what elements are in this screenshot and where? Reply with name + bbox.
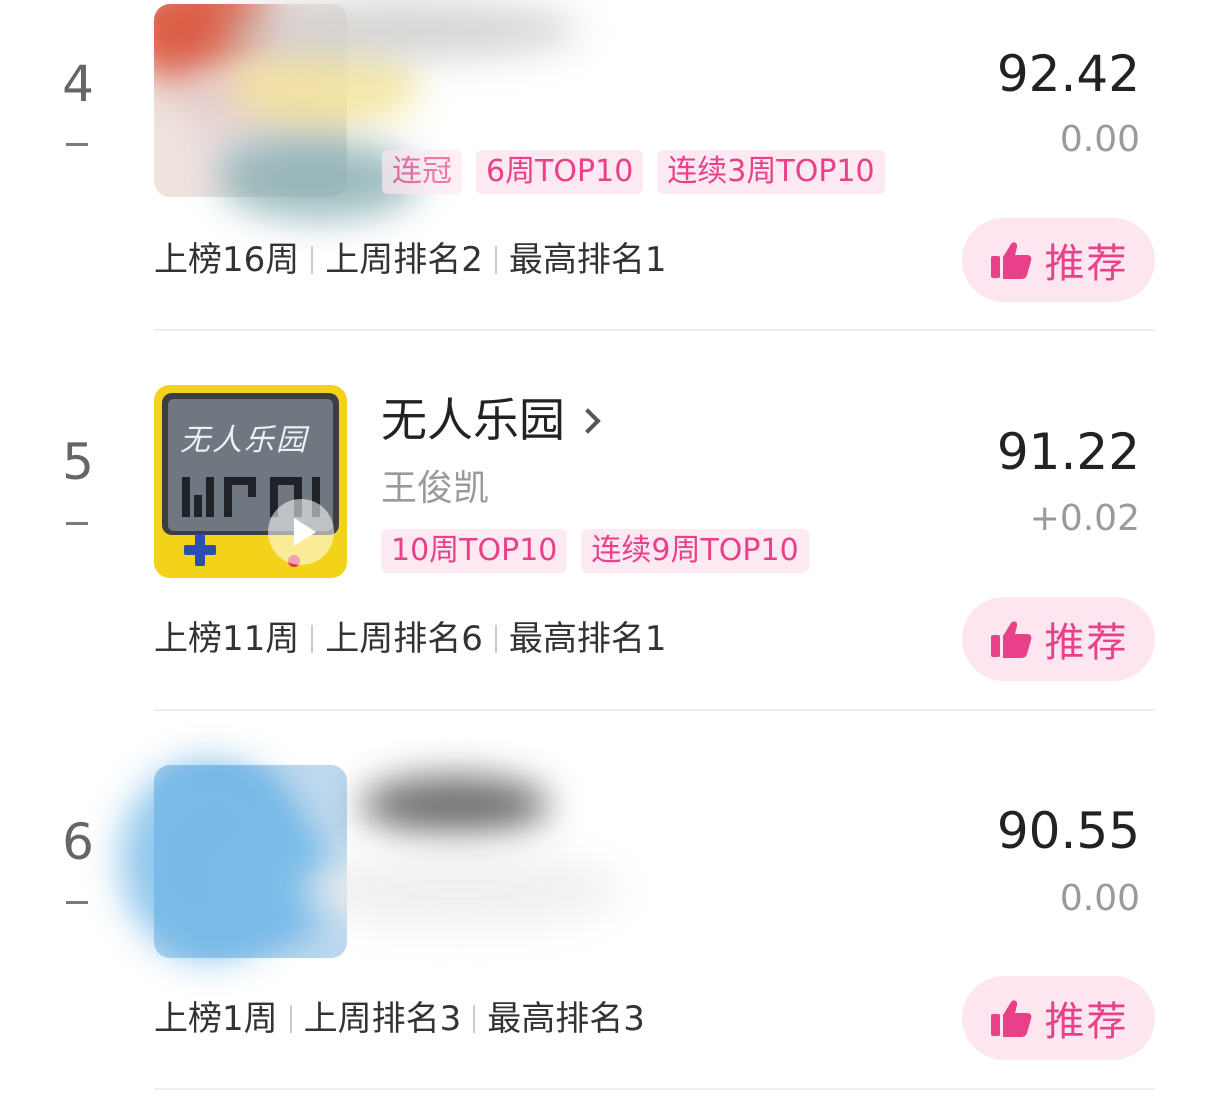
score: 91.22 [996,423,1140,481]
chevron-right-icon [575,408,601,434]
song-title-link[interactable]: 无人乐园 [381,392,601,448]
tag: 连续9周TOP10 [581,529,809,573]
last-week-rank: 上周排名6 [325,619,483,659]
recommend-label: 推荐 [1044,999,1129,1045]
peak-rank: 最高排名1 [508,619,667,659]
cover-title-text: 无人乐园 [180,423,308,458]
obscured-region [120,760,300,960]
separator [289,1005,292,1033]
separator [311,625,314,653]
weeks-on-chart: 上榜1周 [154,999,278,1039]
chart-stats: 上榜1周 上周排名3 最高排名3 [154,997,645,1041]
rank-number: 6 [62,813,94,871]
peak-rank: 最高排名3 [487,999,645,1039]
last-week-rank: 上周排名3 [303,999,462,1039]
thumbs-up-icon [989,998,1033,1038]
separator [494,625,497,653]
artist-name[interactable]: 王俊凯 [381,467,489,511]
weeks-on-chart: 上榜11周 [154,619,300,659]
song-title: 无人乐园 [381,393,565,447]
chart-stats: 上榜11周 上周排名6 最高排名1 [154,617,667,661]
obscured-region [300,850,620,930]
rank-number: 5 [62,433,94,491]
play-icon[interactable] [268,499,334,565]
trend-flat-icon [66,901,88,904]
divider [154,1088,1155,1090]
obscured-region [360,775,550,835]
divider [154,709,1155,711]
list-item[interactable]: 6 90.55 0.00 上榜1周 上周排名3 最高排名3 推荐 [0,0,1206,1060]
trend-flat-icon [66,522,88,525]
score: 90.55 [996,802,1140,860]
score-delta: +0.02 [1029,498,1140,539]
tag-list: 10周TOP10 连续9周TOP10 [381,529,809,573]
thumbs-up-icon [989,619,1033,659]
tag: 10周TOP10 [381,529,568,573]
recommend-button[interactable]: 推荐 [962,976,1155,1060]
recommend-button[interactable]: 推荐 [962,597,1155,681]
separator [473,1005,476,1033]
chart-list: 4 连冠 6周TOP10 连续3周TOP10 92.42 0.00 上榜16周 … [0,0,1206,1109]
score-delta: 0.00 [1059,878,1140,919]
recommend-label: 推荐 [1044,620,1129,666]
